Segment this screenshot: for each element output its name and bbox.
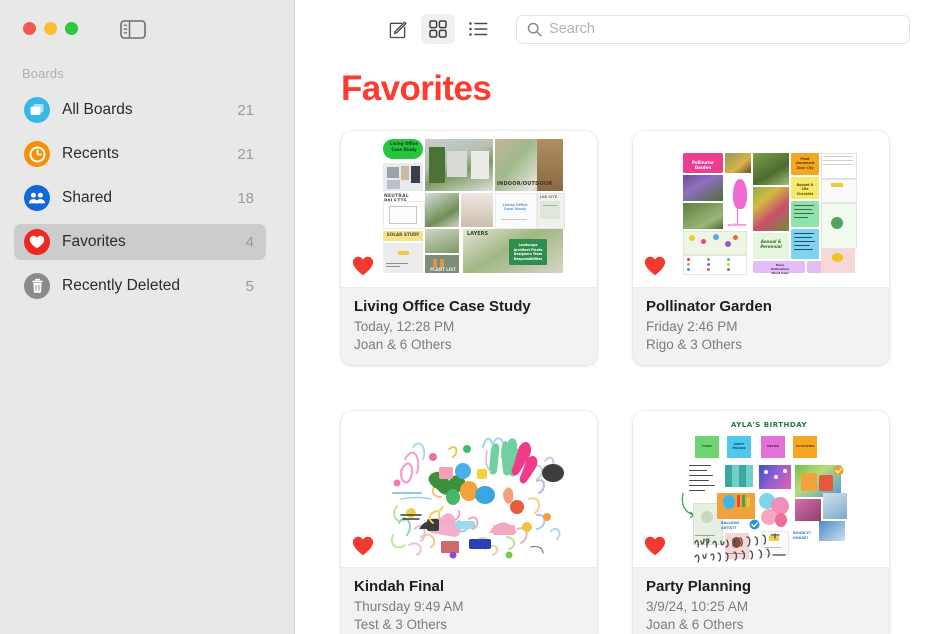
sidebar-item-count: 18 xyxy=(237,189,254,207)
sidebar-section-header: Boards xyxy=(22,66,64,81)
app-window: Boards All Boards 21 Recents 21 Shared 1… xyxy=(0,0,932,634)
favorite-heart-icon[interactable] xyxy=(644,536,666,556)
clock-icon xyxy=(24,141,50,167)
favorite-heart-icon[interactable] xyxy=(644,256,666,276)
board-card-meta: Party Planning 3/9/24, 10:25 AM Joan & 6… xyxy=(633,567,889,634)
sidebar-item-label: Recently Deleted xyxy=(62,277,181,294)
board-people: Joan & 6 Others xyxy=(354,337,452,352)
sidebar-item-count: 21 xyxy=(237,101,254,119)
board-card[interactable]: Pollinator Garden pollinator Annual & Pe… xyxy=(633,131,889,365)
favorite-heart-icon[interactable] xyxy=(352,536,374,556)
sidebar-item-label: Favorites xyxy=(62,233,126,250)
sidebar-toggle-icon[interactable] xyxy=(120,20,146,39)
birthday-party-planning-board: AYLA'S BIRTHDAY FOOD PARTY FAVORS DECOR … xyxy=(633,411,889,567)
board-thumbnail[interactable]: Pollinator Garden pollinator Annual & Pe… xyxy=(633,131,889,287)
favorite-heart-icon[interactable] xyxy=(352,256,374,276)
sidebar-item-recently-deleted[interactable]: Recently Deleted 5 xyxy=(14,268,266,304)
search-input[interactable] xyxy=(549,21,879,37)
board-people: Joan & 6 Others xyxy=(646,617,744,632)
trash-icon xyxy=(24,273,50,299)
board-card[interactable]: AYLA'S BIRTHDAY FOOD PARTY FAVORS DECOR … xyxy=(633,411,889,634)
sidebar-item-all-boards[interactable]: All Boards 21 xyxy=(14,92,266,128)
sidebar-nav-list: All Boards 21 Recents 21 Shared 18 Favor… xyxy=(14,92,266,312)
list-view-icon[interactable] xyxy=(461,14,495,44)
board-date: 3/9/24, 10:25 AM xyxy=(646,599,749,614)
board-people: Rigo & 3 Others xyxy=(646,337,743,352)
sidebar-item-favorites[interactable]: Favorites 4 xyxy=(14,224,266,260)
boards-icon xyxy=(24,97,50,123)
sidebar-item-label: Shared xyxy=(62,189,112,206)
sidebar-item-shared[interactable]: Shared 18 xyxy=(14,180,266,216)
heart-icon xyxy=(24,229,50,255)
search-field[interactable] xyxy=(516,14,910,44)
sidebar-item-count: 4 xyxy=(245,233,254,251)
board-grid: Living Office Case Study NEUTRAL PALETTE… xyxy=(341,131,901,634)
board-title: Party Planning xyxy=(646,578,752,595)
new-board-icon[interactable] xyxy=(381,14,415,44)
people-icon xyxy=(24,185,50,211)
maximize-button[interactable] xyxy=(65,22,78,35)
grid-view-icon[interactable] xyxy=(421,14,455,44)
sidebar-item-count: 5 xyxy=(245,277,254,295)
board-card-meta: Pollinator Garden Friday 2:46 PM Rigo & … xyxy=(633,287,889,365)
board-thumbnail[interactable]: Living Office Case Study NEUTRAL PALETTE… xyxy=(341,131,597,287)
board-title: Pollinator Garden xyxy=(646,298,772,315)
board-card-meta: Living Office Case Study Today, 12:28 PM… xyxy=(341,287,597,365)
sidebar-item-label: Recents xyxy=(62,145,119,162)
board-date: Thursday 9:49 AM xyxy=(354,599,464,614)
board-card[interactable]: Kindah Final Thursday 9:49 AM Test & 3 O… xyxy=(341,411,597,634)
board-thumbnail[interactable]: AYLA'S BIRTHDAY FOOD PARTY FAVORS DECOR … xyxy=(633,411,889,567)
board-date: Today, 12:28 PM xyxy=(354,319,455,334)
board-title: Kindah Final xyxy=(354,578,444,595)
window-controls xyxy=(23,22,78,35)
board-people: Test & 3 Others xyxy=(354,617,448,632)
sidebar-item-label: All Boards xyxy=(62,101,133,118)
search-icon xyxy=(527,22,542,37)
minimize-button[interactable] xyxy=(44,22,57,35)
sidebar-item-recents[interactable]: Recents 21 xyxy=(14,136,266,172)
close-button[interactable] xyxy=(23,22,36,35)
mood-board-office-collage: Living Office Case Study NEUTRAL PALETTE… xyxy=(341,131,597,287)
board-card[interactable]: Living Office Case Study NEUTRAL PALETTE… xyxy=(341,131,597,365)
board-title: Living Office Case Study xyxy=(354,298,531,315)
board-date: Friday 2:46 PM xyxy=(646,319,738,334)
colorful-doodle-drawing xyxy=(341,411,597,567)
board-card-meta: Kindah Final Thursday 9:49 AM Test & 3 O… xyxy=(341,567,597,634)
sidebar: Boards All Boards 21 Recents 21 Shared 1… xyxy=(0,0,295,634)
pollinator-garden-collage: Pollinator Garden pollinator Annual & Pe… xyxy=(633,131,889,287)
sidebar-item-count: 21 xyxy=(237,145,254,163)
main-content: Favorites Living Office Case Study NEUTR… xyxy=(295,0,932,634)
page-title: Favorites xyxy=(341,69,492,108)
board-thumbnail[interactable] xyxy=(341,411,597,567)
toolbar xyxy=(295,0,932,58)
